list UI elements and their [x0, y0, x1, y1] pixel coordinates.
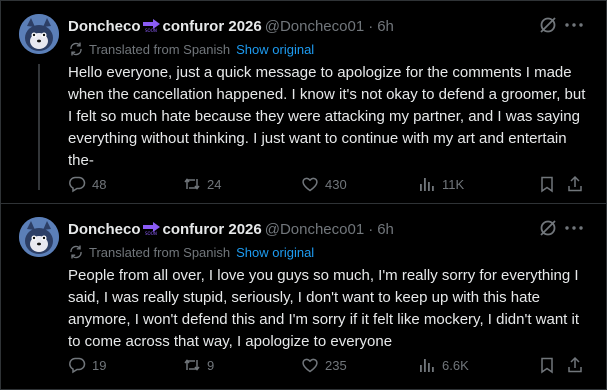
handle[interactable]: @Doncheco01 [265, 221, 364, 238]
more-icon[interactable] [563, 14, 585, 36]
reply-count: 48 [92, 176, 107, 192]
reply-count: 19 [92, 357, 107, 373]
reply-icon [69, 357, 86, 374]
reply-button[interactable]: 48 [68, 172, 106, 196]
view-count: 6.6K [442, 357, 469, 373]
views-icon [420, 178, 434, 191]
tweet-header: Doncheco SOON confuror 2026 @Doncheco01 … [68, 219, 537, 239]
views-icon [420, 359, 434, 372]
repost-button[interactable]: 24 [183, 172, 221, 196]
repost-icon [184, 178, 200, 190]
translation-notice: Translated from Spanish Show original [68, 243, 314, 261]
translated-label: Translated from Spanish [89, 41, 231, 57]
translation-notice: Translated from Spanish Show original [68, 40, 314, 58]
like-count: 430 [325, 176, 347, 192]
tweet-actions: 48 24 430 11K [68, 172, 593, 196]
repost-count: 24 [207, 176, 222, 192]
separator-dot: · [368, 220, 374, 238]
more-icon[interactable] [563, 217, 585, 239]
translated-label: Translated from Spanish [89, 244, 231, 260]
translate-icon [70, 42, 82, 56]
bookmark-icon [541, 357, 553, 374]
handle[interactable]: @Doncheco01 [265, 18, 364, 35]
soon-badge-text: SOON [145, 28, 157, 33]
view-count: 11K [442, 176, 465, 192]
avatar[interactable] [19, 217, 59, 257]
timestamp[interactable]: 6h [377, 221, 394, 238]
tweet-text: Hello everyone, just a quick message to … [68, 64, 586, 169]
like-icon [302, 177, 318, 192]
bookmark-button[interactable] [538, 353, 556, 377]
show-original-link[interactable]: Show original [236, 42, 314, 57]
reply-icon [69, 176, 86, 193]
grok-icon[interactable] [537, 14, 559, 36]
soon-arrow-icon: SOON [142, 222, 160, 236]
grok-icon[interactable] [537, 217, 559, 239]
views-button[interactable]: 11K [418, 172, 464, 196]
reply-button[interactable]: 19 [68, 353, 106, 377]
tweet-text: People from all over, I love you guys so… [68, 267, 580, 350]
tweet-actions: 19 9 235 6.6K [68, 353, 593, 377]
timestamp[interactable]: 6h [377, 18, 394, 35]
like-icon [302, 358, 318, 373]
avatar[interactable] [19, 14, 59, 54]
bookmark-icon [541, 176, 553, 193]
tweet[interactable]: Doncheco SOON confuror 2026 @Doncheco01 … [0, 0, 607, 203]
share-button[interactable] [566, 172, 584, 196]
like-button[interactable]: 430 [301, 172, 347, 196]
share-button[interactable] [566, 353, 584, 377]
like-button[interactable]: 235 [301, 353, 347, 377]
views-button[interactable]: 6.6K [418, 353, 469, 377]
translate-icon [70, 245, 82, 259]
tweet[interactable]: Doncheco SOON confuror 2026 @Doncheco01 … [0, 203, 607, 390]
display-name-suffix[interactable]: confuror 2026 [163, 18, 262, 35]
soon-arrow-icon: SOON [142, 19, 160, 33]
bookmark-button[interactable] [538, 172, 556, 196]
repost-icon [184, 359, 200, 371]
separator-dot: · [368, 17, 374, 35]
display-name[interactable]: Doncheco [68, 18, 141, 35]
display-name-suffix[interactable]: confuror 2026 [163, 221, 262, 238]
display-name[interactable]: Doncheco [68, 221, 141, 238]
repost-count: 9 [207, 357, 215, 373]
repost-button[interactable]: 9 [183, 353, 214, 377]
share-icon [568, 175, 582, 192]
like-count: 235 [325, 357, 347, 373]
share-icon [568, 356, 582, 373]
tweet-header: Doncheco SOON confuror 2026 @Doncheco01 … [68, 16, 537, 36]
soon-badge-text: SOON [145, 231, 157, 236]
show-original-link[interactable]: Show original [236, 245, 314, 260]
